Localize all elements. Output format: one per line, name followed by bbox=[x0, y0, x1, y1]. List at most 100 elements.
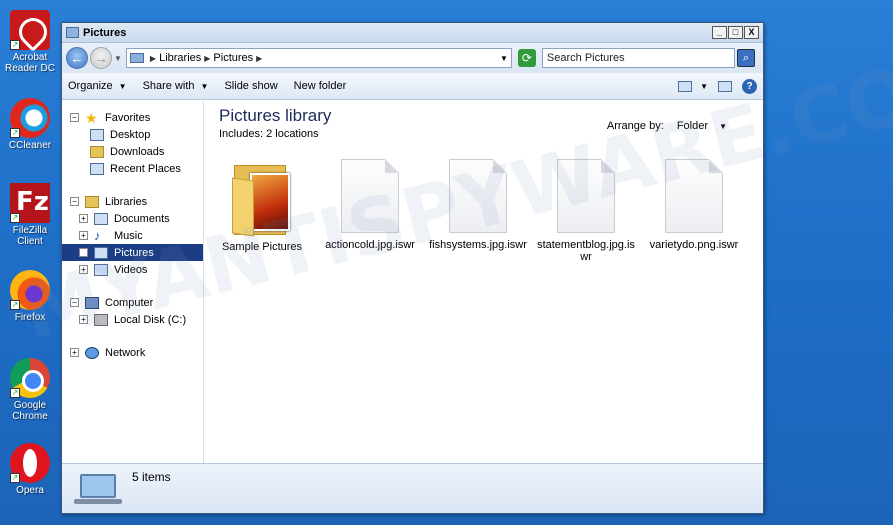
ccleaner-icon: ↗ bbox=[10, 98, 50, 138]
nav-recent-places[interactable]: Recent Places bbox=[62, 160, 203, 177]
command-bar: Organize ▼ Share with ▼ Slide show New fol… bbox=[62, 73, 763, 100]
share-with-menu[interactable]: Share with ▼ bbox=[143, 80, 209, 92]
downloads-icon bbox=[90, 145, 104, 158]
file-name: actioncold.jpg.iswr bbox=[325, 239, 415, 251]
view-options-dropdown-icon[interactable]: ▼ bbox=[700, 82, 708, 91]
library-icon bbox=[129, 53, 144, 63]
file-name: fishsystems.jpg.iswr bbox=[429, 239, 527, 251]
arrange-by-label: Arrange by: bbox=[606, 120, 664, 132]
window-icon bbox=[66, 27, 79, 38]
file-item[interactable]: statementblog.jpg.iswr bbox=[536, 159, 636, 263]
desktop-icon-label: CCleaner bbox=[8, 140, 52, 151]
computer-icon bbox=[85, 296, 99, 309]
nav-downloads[interactable]: Downloads bbox=[62, 143, 203, 160]
file-item[interactable]: varietydo.png.iswr bbox=[644, 159, 744, 251]
address-box[interactable]: ▶ Libraries ▶ Pictures ▶ ▼ bbox=[125, 48, 512, 68]
desktop-icon bbox=[90, 128, 104, 141]
desktop-icon-ccleaner[interactable]: ↗ CCleaner bbox=[0, 98, 60, 151]
folder-item[interactable]: Sample Pictures bbox=[212, 159, 312, 253]
slide-show-button[interactable]: Slide show bbox=[224, 80, 277, 92]
item-count: 5 items bbox=[132, 470, 171, 484]
arrange-by: Arrange by: Folder ▼ bbox=[607, 120, 727, 132]
folder-icon bbox=[232, 159, 292, 237]
address-history-dropdown-icon[interactable]: ▼ bbox=[500, 54, 508, 63]
desktop-icon-filezilla[interactable]: Fz ↗ FileZilla Client bbox=[0, 183, 60, 247]
breadcrumb-separator-icon[interactable]: ▶ bbox=[204, 54, 210, 63]
search-input[interactable]: Search Pictures bbox=[541, 48, 735, 68]
close-button[interactable]: X bbox=[744, 26, 759, 39]
preview-pane-icon[interactable] bbox=[718, 80, 732, 92]
forward-button[interactable]: → bbox=[90, 47, 112, 69]
blank-file-icon bbox=[449, 159, 507, 233]
title-bar[interactable]: Pictures _ □ X bbox=[62, 23, 763, 43]
nav-libraries[interactable]: − Libraries bbox=[62, 193, 203, 210]
new-folder-button[interactable]: New folder bbox=[294, 80, 347, 92]
star-icon: ★ bbox=[85, 109, 98, 126]
blank-file-icon bbox=[557, 159, 615, 233]
details-pane: 5 items bbox=[62, 463, 763, 513]
nav-pictures[interactable]: + Pictures bbox=[62, 244, 203, 261]
breadcrumb-pictures[interactable]: Pictures bbox=[213, 52, 253, 64]
help-icon[interactable]: ? bbox=[742, 78, 757, 94]
breadcrumb-separator-icon[interactable]: ▶ bbox=[150, 54, 156, 63]
chevron-down-icon[interactable]: ▼ bbox=[719, 122, 727, 131]
opera-icon: ↗ bbox=[10, 443, 50, 483]
desktop-icon-label: FileZilla Client bbox=[12, 225, 48, 247]
search-button[interactable]: ⌕ bbox=[736, 49, 755, 67]
recent-places-icon bbox=[90, 162, 104, 175]
nav-favorites[interactable]: − ★ Favorites bbox=[62, 109, 203, 126]
music-icon: ♪ bbox=[94, 227, 101, 243]
file-name: Sample Pictures bbox=[221, 241, 303, 253]
chrome-icon: ↗ bbox=[10, 358, 50, 398]
blank-file-icon bbox=[665, 159, 723, 233]
breadcrumb-libraries[interactable]: Libraries bbox=[159, 52, 201, 64]
desktop-icon-acrobat[interactable]: ↗ Acrobat Reader DC bbox=[0, 10, 60, 74]
library-title: Pictures library bbox=[219, 106, 332, 125]
arrange-by-dropdown[interactable]: Folder bbox=[677, 120, 708, 132]
nav-videos[interactable]: + Videos bbox=[62, 261, 203, 278]
file-name: varietydo.png.iswr bbox=[649, 239, 739, 251]
nav-computer[interactable]: − Computer bbox=[62, 294, 203, 311]
expand-icon: + bbox=[79, 231, 88, 240]
nav-desktop[interactable]: Desktop bbox=[62, 126, 203, 143]
library-locations-link[interactable]: Includes: 2 locations bbox=[219, 128, 319, 140]
nav-network[interactable]: + Network bbox=[62, 344, 203, 361]
window-title: Pictures bbox=[83, 26, 127, 39]
collapse-icon: − bbox=[70, 113, 79, 122]
laptop-icon bbox=[74, 474, 122, 504]
file-item[interactable]: fishsystems.jpg.iswr bbox=[428, 159, 528, 251]
address-bar: ← → ▼ ▶ Libraries ▶ Pictures ▶ ▼ ⟳ Searc… bbox=[62, 43, 763, 73]
acrobat-icon: ↗ bbox=[10, 10, 50, 50]
desktop-icon-label: Acrobat bbox=[12, 52, 48, 63]
minimize-button[interactable]: _ bbox=[712, 26, 727, 39]
breadcrumb-separator-icon[interactable]: ▶ bbox=[256, 54, 262, 63]
desktop-icon-chrome[interactable]: ↗ Google Chrome bbox=[0, 358, 60, 422]
expand-icon: + bbox=[70, 348, 79, 357]
desktop-icon-firefox[interactable]: ↗ Firefox bbox=[0, 270, 60, 323]
maximize-button[interactable]: □ bbox=[728, 26, 743, 39]
firefox-icon: ↗ bbox=[10, 270, 50, 310]
change-view-icon[interactable] bbox=[678, 80, 693, 92]
desktop-icon-opera[interactable]: ↗ Opera bbox=[0, 443, 60, 496]
desktop-icon-label: Google bbox=[13, 400, 47, 411]
disk-icon bbox=[94, 313, 108, 326]
back-button[interactable]: ← bbox=[66, 47, 88, 69]
desktop-icon-label: Reader DC bbox=[4, 63, 56, 74]
recent-pages-dropdown-icon[interactable]: ▼ bbox=[114, 54, 122, 63]
expand-icon: + bbox=[79, 214, 88, 223]
nav-documents[interactable]: + Documents bbox=[62, 210, 203, 227]
nav-music[interactable]: + ♪ Music bbox=[62, 227, 203, 244]
pictures-icon bbox=[94, 246, 108, 259]
blank-file-icon bbox=[341, 159, 399, 233]
organize-menu[interactable]: Organize ▼ bbox=[68, 80, 127, 92]
documents-icon bbox=[94, 212, 108, 225]
file-item[interactable]: actioncold.jpg.iswr bbox=[320, 159, 420, 251]
file-list: Pictures library Includes: 2 locations A… bbox=[204, 101, 763, 463]
collapse-icon: − bbox=[70, 298, 79, 307]
desktop-icon-label: Opera bbox=[16, 485, 44, 496]
videos-icon bbox=[94, 263, 108, 276]
nav-local-disk[interactable]: + Local Disk (C:) bbox=[62, 311, 203, 328]
refresh-button[interactable]: ⟳ bbox=[517, 49, 536, 67]
desktop-icon-label: Chrome bbox=[12, 411, 48, 422]
navigation-pane: − ★ Favorites Desktop Downloads Recent Pla… bbox=[62, 101, 204, 463]
